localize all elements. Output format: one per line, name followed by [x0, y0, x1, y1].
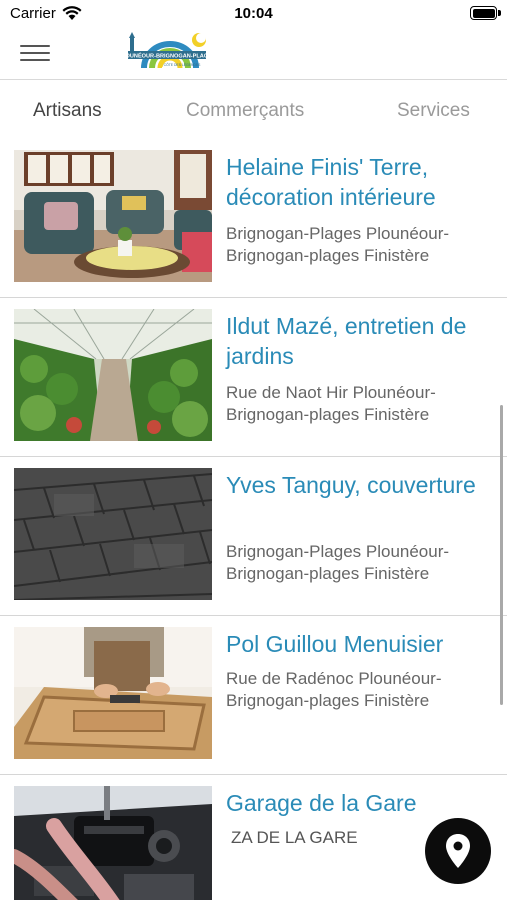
item-title[interactable]: Helaine Finis' Terre, décoration intérie… — [226, 152, 496, 212]
item-address: Rue de Radénoc Plounéour-Brignogan-plage… — [226, 669, 442, 710]
item-address: Brignogan-Plages Plounéour-Brignogan-pla… — [226, 224, 450, 265]
battery-icon — [470, 6, 501, 20]
hamburger-icon[interactable] — [20, 42, 50, 64]
item-address: Rue de Naot Hir Plounéour-Brignogan-plag… — [226, 383, 436, 424]
category-tab-bar: Artisans Commerçants Services — [0, 79, 507, 139]
living-room-image — [14, 150, 212, 282]
carpentry-image — [14, 627, 212, 759]
list-item[interactable]: Pol Guillou Menuisier Rue de Radénoc Plo… — [0, 616, 507, 775]
status-bar: Carrier 10:04 — [0, 0, 507, 28]
logo-text: PLOUNÉOUR-BRIGNOGAN-PLAGES — [126, 52, 210, 60]
item-title[interactable]: Garage de la Gare — [226, 788, 496, 818]
tab-artisans[interactable]: Artisans — [33, 100, 102, 122]
clock: 10:04 — [234, 5, 273, 22]
list-item[interactable]: Ildut Mazé, entretien de jardins Rue de … — [0, 298, 507, 457]
item-address: Brignogan-Plages Plounéour-Brignogan-pla… — [226, 542, 450, 583]
item-title[interactable]: Yves Tanguy, couverture — [226, 470, 496, 500]
engine-bay-image — [14, 786, 212, 900]
top-bar: PLOUNÉOUR-BRIGNOGAN-PLAGES CÔTE DES LÉGE… — [0, 28, 507, 78]
map-button[interactable] — [425, 818, 491, 884]
logo-subtext: CÔTE DES LÉGENDES — [164, 62, 201, 67]
tab-services[interactable]: Services — [397, 100, 470, 122]
item-title[interactable]: Pol Guillou Menuisier — [226, 629, 496, 659]
map-pin-icon — [446, 834, 470, 868]
item-title[interactable]: Ildut Mazé, entretien de jardins — [226, 311, 496, 371]
greenhouse-image — [14, 309, 212, 441]
scroll-indicator[interactable] — [500, 405, 503, 705]
tab-commercants[interactable]: Commerçants — [186, 100, 304, 122]
slate-roof-image — [14, 468, 212, 600]
town-logo: PLOUNÉOUR-BRIGNOGAN-PLAGES CÔTE DES LÉGE… — [126, 32, 210, 69]
list-item[interactable]: Yves Tanguy, couverture Brignogan-Plages… — [0, 457, 507, 616]
list-item[interactable]: Helaine Finis' Terre, décoration intérie… — [0, 139, 507, 298]
